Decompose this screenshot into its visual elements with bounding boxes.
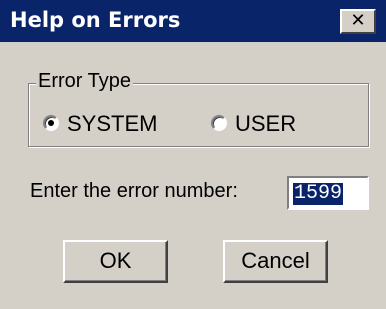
close-button[interactable]: ✕	[340, 9, 376, 34]
user-radio[interactable]	[211, 115, 227, 131]
error-type-legend: Error Type	[36, 70, 133, 93]
error-number-value: 1599	[293, 182, 344, 205]
ok-button[interactable]: OK	[63, 240, 168, 283]
error-number-label: Enter the error number:	[30, 180, 238, 202]
system-radio[interactable]	[43, 115, 59, 131]
title-bar[interactable]: Help on Errors ✕	[0, 0, 386, 42]
close-icon: ✕	[350, 10, 366, 31]
help-on-errors-dialog: Help on Errors ✕ Error Type SYSTEM USER …	[0, 0, 386, 309]
window-title: Help on Errors	[10, 8, 181, 32]
user-radio-label[interactable]: USER	[235, 111, 296, 137]
cancel-button[interactable]: Cancel	[223, 240, 328, 283]
system-radio-dot	[48, 120, 54, 126]
error-number-input[interactable]: 1599	[287, 176, 369, 210]
system-radio-label[interactable]: SYSTEM	[67, 111, 157, 137]
